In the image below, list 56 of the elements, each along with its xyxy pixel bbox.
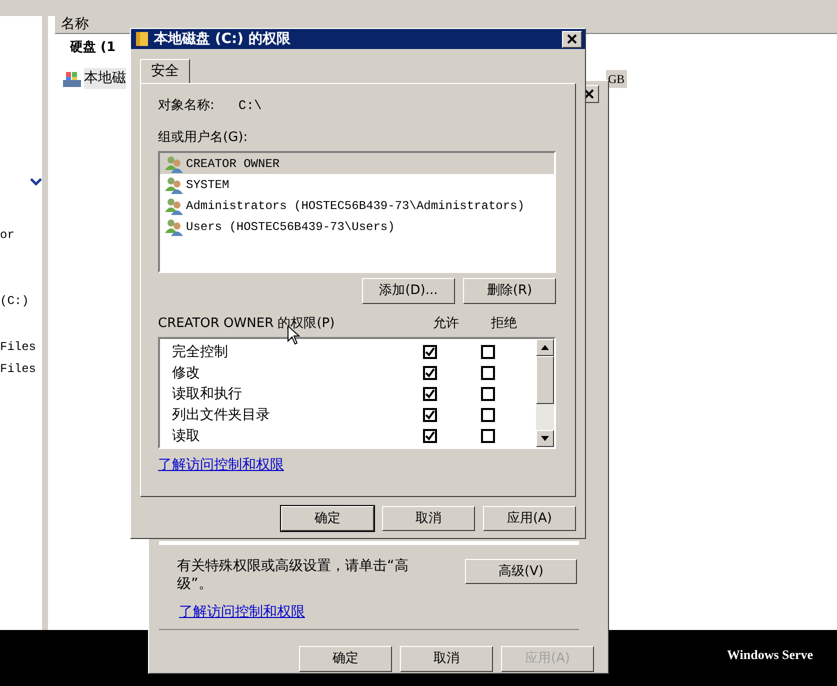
users-icon bbox=[164, 196, 184, 214]
user-item[interactable]: CREATOR OWNER bbox=[160, 153, 554, 174]
object-label: 对象名称: bbox=[158, 97, 214, 115]
permission-name: 读取 bbox=[171, 426, 201, 446]
checkbox[interactable] bbox=[481, 387, 495, 401]
groups-label: 组或用户名(G): bbox=[158, 128, 249, 146]
folder-icon bbox=[134, 31, 150, 47]
help-link[interactable]: 了解访问控制和权限 bbox=[158, 454, 284, 476]
checkbox[interactable] bbox=[423, 429, 437, 443]
scroll-up-icon bbox=[541, 344, 549, 350]
advanced-note: 有关特殊权限或高级设置，请单击“高级”。 bbox=[177, 557, 410, 593]
permission-name: 修改 bbox=[171, 364, 201, 382]
navigation-item[interactable]: Files bbox=[0, 360, 36, 378]
drive-name[interactable]: 本地磁 bbox=[84, 68, 126, 89]
checkbox[interactable] bbox=[423, 345, 437, 359]
drive-size: GB bbox=[606, 70, 627, 88]
navigation-item[interactable]: or bbox=[0, 226, 14, 244]
close-icon bbox=[584, 89, 594, 99]
close-icon bbox=[567, 34, 577, 44]
deny-header: 拒绝 bbox=[490, 315, 518, 333]
users-icon bbox=[164, 218, 184, 236]
tab[interactable]: 安全 bbox=[140, 59, 190, 83]
dialog-button[interactable]: 确定 bbox=[281, 506, 374, 531]
checkbox[interactable] bbox=[481, 345, 495, 359]
scroll-down-icon bbox=[541, 436, 549, 440]
advanced-button[interactable]: 高级(V) bbox=[465, 559, 577, 584]
navigation-item[interactable]: (C:) bbox=[0, 292, 29, 310]
scrollbar[interactable] bbox=[536, 338, 554, 446]
close-button[interactable] bbox=[562, 30, 582, 48]
checkbox[interactable] bbox=[423, 387, 437, 401]
permission-name: 读取和执行 bbox=[171, 384, 243, 404]
permission-name: 完全控制 bbox=[171, 342, 229, 362]
dialog-button[interactable]: 应用(A) bbox=[483, 506, 576, 531]
os-label: Windows Serve bbox=[727, 646, 814, 664]
help-link[interactable]: 了解访问控制和权限 bbox=[179, 602, 305, 623]
checkbox[interactable] bbox=[481, 429, 495, 443]
navigation-item[interactable]: Files bbox=[0, 338, 36, 356]
dialog-button[interactable]: 取消 bbox=[400, 646, 493, 672]
checkbox[interactable] bbox=[423, 366, 437, 380]
checkbox[interactable] bbox=[423, 408, 437, 422]
allow-header: 允许 bbox=[432, 315, 460, 333]
dialog-button[interactable]: 删除(R) bbox=[463, 278, 556, 304]
permission-name: 列出文件夹目录 bbox=[171, 406, 271, 424]
dialog-button[interactable]: 取消 bbox=[382, 506, 475, 531]
user-item[interactable]: Administrators (HOSTEC56B439-73\Administrators) bbox=[160, 195, 554, 216]
user-item[interactable]: SYSTEM bbox=[160, 174, 554, 195]
users-icon bbox=[164, 154, 184, 172]
checkbox[interactable] bbox=[481, 366, 495, 380]
dialog-button[interactable]: 确定 bbox=[299, 646, 392, 672]
user-item[interactable]: Users (HOSTEC56B439-73\Users) bbox=[160, 216, 554, 237]
users-icon bbox=[164, 176, 184, 194]
chevron-down-icon bbox=[30, 178, 42, 186]
object-value: C:\ bbox=[238, 97, 262, 115]
group-header: 硬盘 (1 bbox=[70, 39, 116, 57]
checkbox[interactable] bbox=[481, 408, 495, 422]
dialog-button[interactable]: 添加(D)... bbox=[362, 278, 455, 304]
